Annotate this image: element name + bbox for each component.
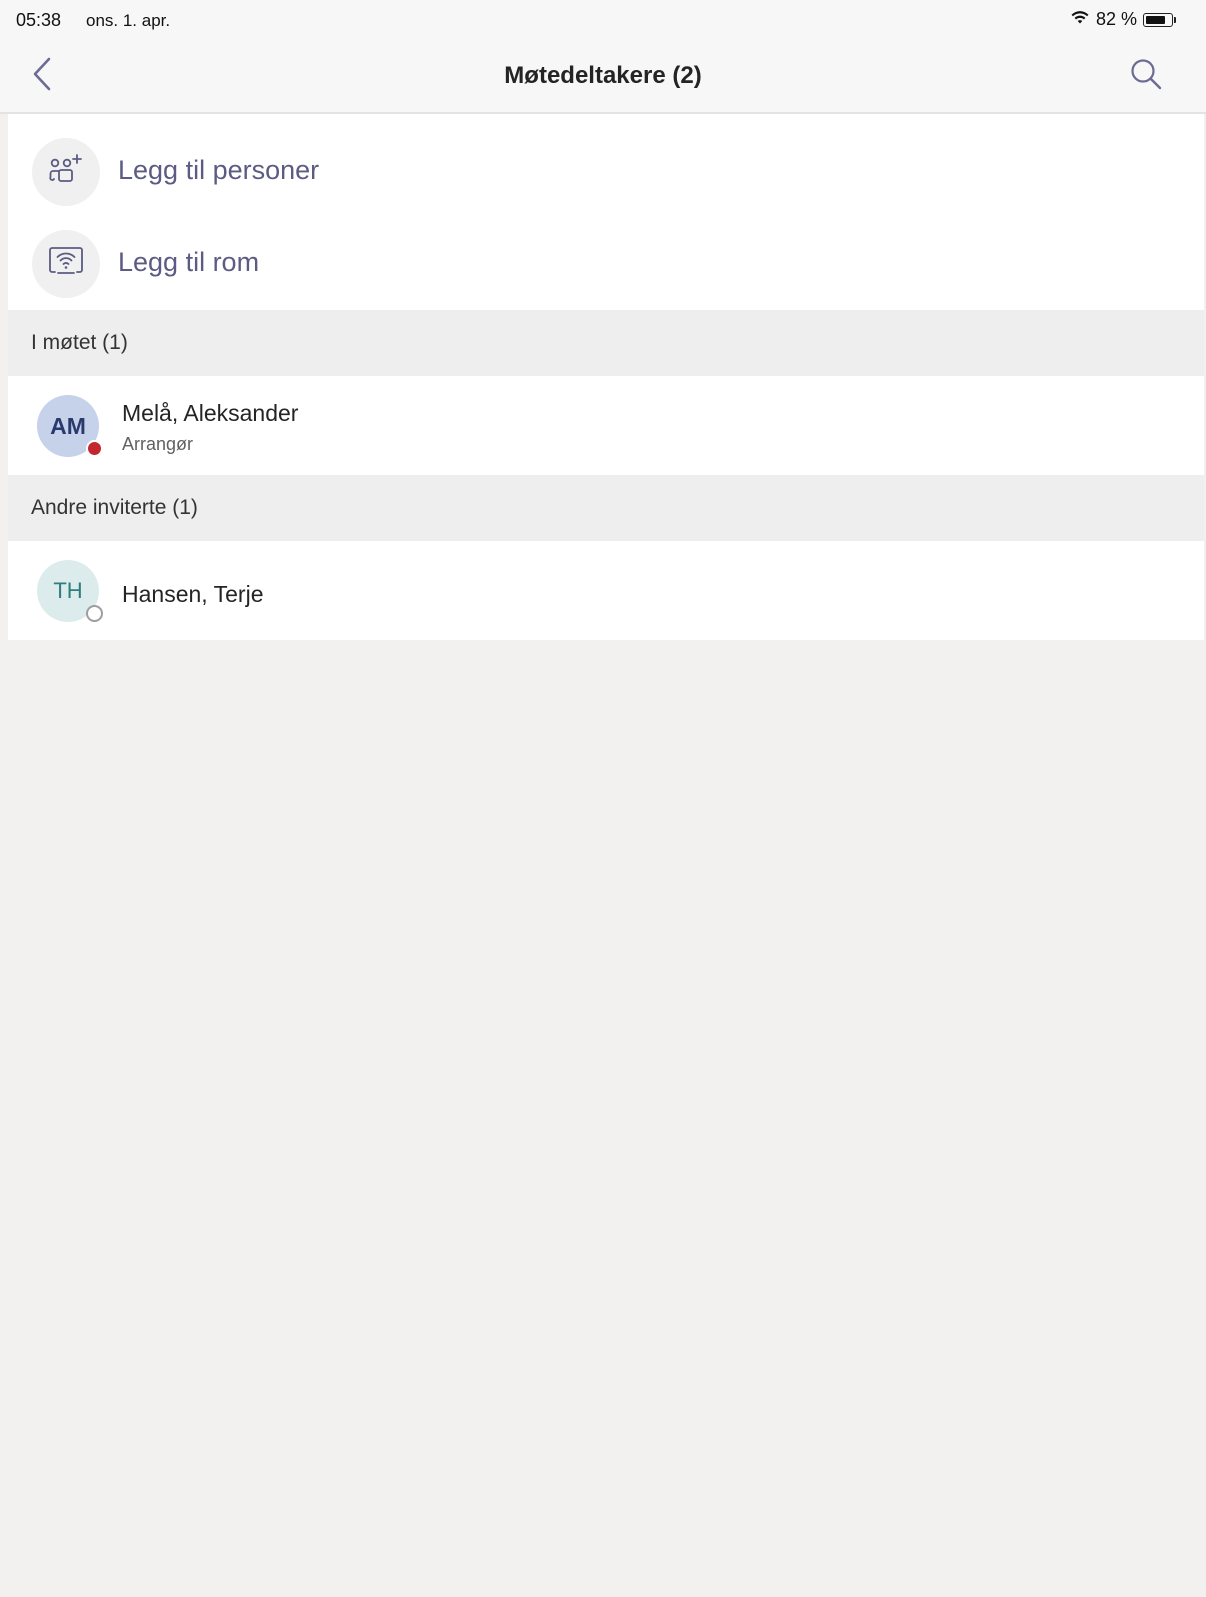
participant-row[interactable]: TH Hansen, Terje xyxy=(8,541,1204,640)
status-date: ons. 1. apr. xyxy=(86,11,171,30)
action-list: Legg til personer Legg til rom xyxy=(8,114,1204,310)
participant-row[interactable]: AM Melå, Aleksander Arrangør xyxy=(8,376,1204,475)
wifi-icon xyxy=(1070,9,1090,30)
search-button[interactable] xyxy=(1124,54,1168,98)
participant-name: Hansen, Terje xyxy=(122,581,264,607)
add-people-button[interactable]: Legg til personer xyxy=(8,126,1204,218)
status-time: 05:38 xyxy=(16,10,62,30)
participant-role: Arrangør xyxy=(122,434,194,454)
add-people-label: Legg til personer xyxy=(118,155,320,185)
room-cast-icon xyxy=(48,246,84,283)
avatar: AM xyxy=(37,395,103,457)
battery-icon xyxy=(1143,12,1176,27)
battery-tip xyxy=(1174,16,1176,23)
status-bar: 05:38 ons. 1. apr. 82 % xyxy=(0,0,1206,40)
presence-busy-icon xyxy=(86,440,103,457)
participant-name: Melå, Aleksander xyxy=(122,400,299,426)
section-header-in-meeting: I møtet (1) xyxy=(8,310,1204,376)
battery-fill xyxy=(1146,15,1165,24)
screen: 05:38 ons. 1. apr. 82 % Møtedeltakere (2… xyxy=(0,0,1206,1597)
participants-list: Legg til personer Legg til rom I møtet (… xyxy=(8,114,1204,640)
battery-body xyxy=(1143,12,1173,27)
avatar-initials: TH xyxy=(53,578,83,603)
avatar-initials: AM xyxy=(50,412,86,439)
nav-bar: Møtedeltakere (2) xyxy=(0,40,1206,114)
battery-percent: 82 % xyxy=(1095,9,1137,29)
page-title: Møtedeltakere (2) xyxy=(504,62,702,89)
avatar: TH xyxy=(37,560,103,622)
add-room-label: Legg til rom xyxy=(118,247,260,277)
room-cast-icon-circle xyxy=(32,230,100,298)
status-indicators: 82 % xyxy=(1070,9,1176,30)
add-people-icon-circle xyxy=(32,138,100,206)
add-room-button[interactable]: Legg til rom xyxy=(8,218,1204,310)
presence-offline-icon xyxy=(86,605,103,622)
section-header-other-invited: Andre inviterte (1) xyxy=(8,475,1204,541)
add-people-icon xyxy=(48,153,84,192)
search-icon xyxy=(1129,57,1163,96)
